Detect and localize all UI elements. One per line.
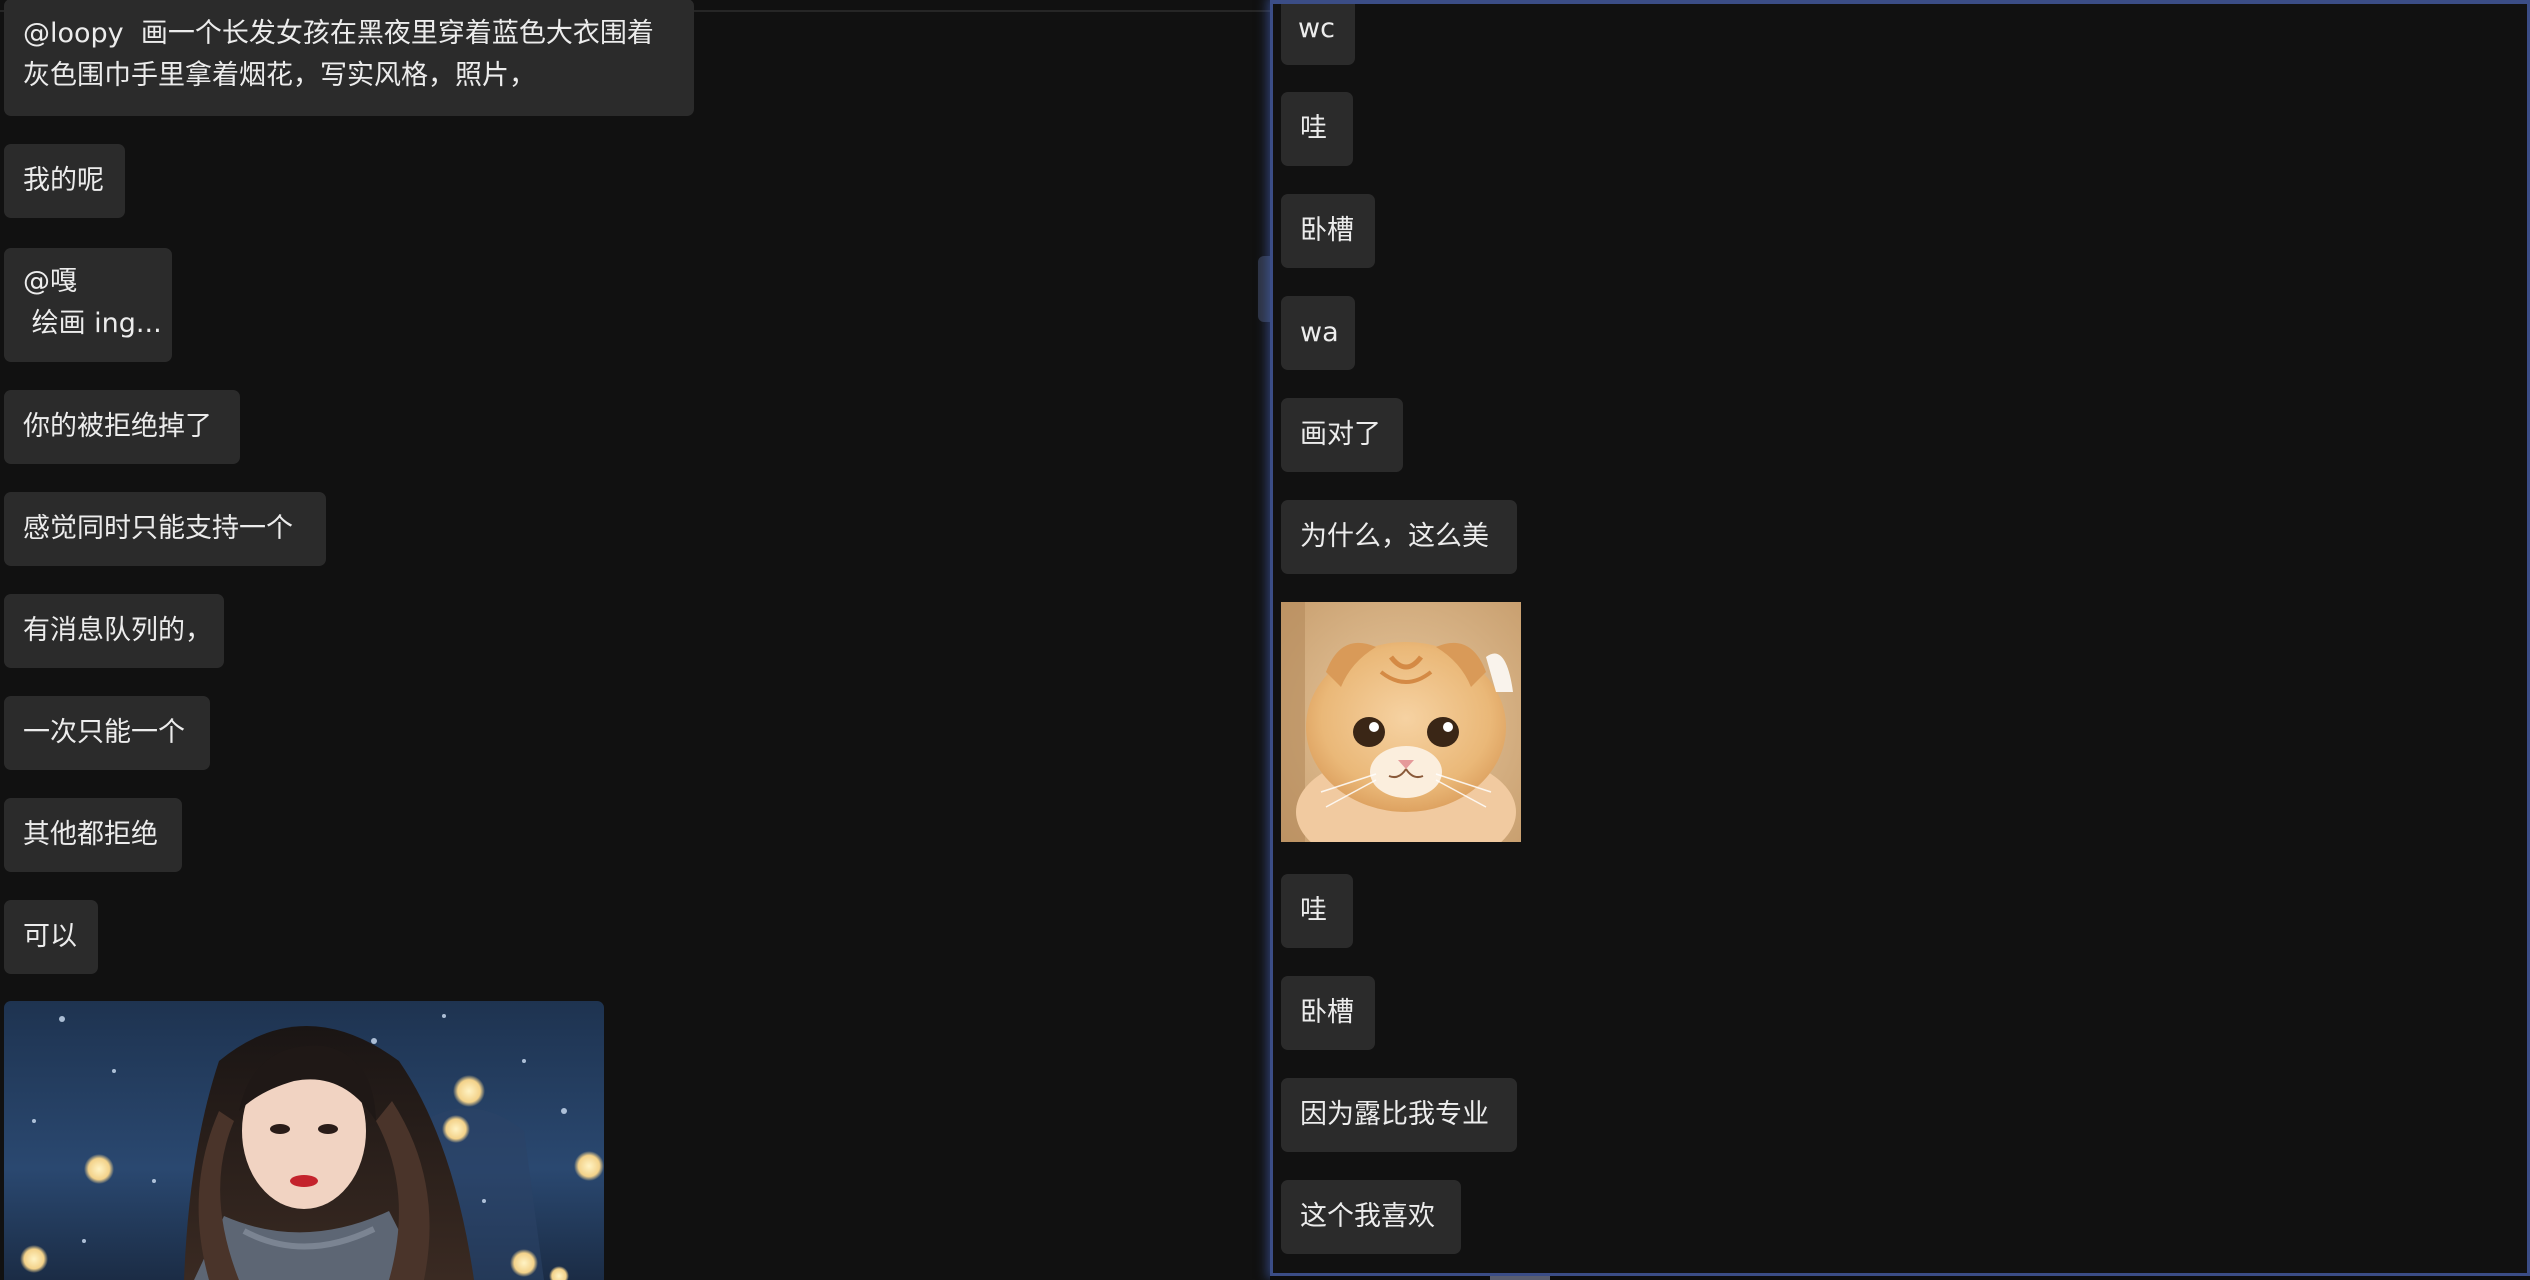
message-bubble[interactable]: wc xyxy=(1281,4,1355,65)
generated-image-girl-at-night[interactable] xyxy=(4,1001,604,1280)
message-bubble[interactable]: 一次只能一个 xyxy=(4,696,210,770)
resize-handle[interactable] xyxy=(1490,1276,1550,1280)
right-chat-pane: wc 哇 卧槽 wa 画对了 为什么，这么美 哇 卧槽 因为露比我专业 这个我喜… xyxy=(1270,0,2530,1276)
message-bubble[interactable]: 卧槽 xyxy=(1281,194,1375,268)
cat-sticker-image[interactable] xyxy=(1281,602,1521,842)
bottom-edge xyxy=(1270,1276,2530,1280)
message-bubble[interactable]: 哇 xyxy=(1281,92,1353,166)
message-bubble[interactable]: 画对了 xyxy=(1281,398,1403,472)
message-bubble[interactable]: 你的被拒绝掉了 xyxy=(4,390,240,464)
scrollbar-handle[interactable] xyxy=(1258,256,1270,322)
message-bubble[interactable]: 卧槽 xyxy=(1281,976,1375,1050)
message-bubble[interactable]: @嘎 绘画 ing... xyxy=(4,248,172,362)
message-bubble[interactable]: 因为露比我专业 xyxy=(1281,1078,1517,1152)
message-bubble[interactable]: 可以 xyxy=(4,900,98,974)
message-bubble[interactable]: 为什么，这么美 xyxy=(1281,500,1517,574)
message-bubble[interactable]: 有消息队列的， xyxy=(4,594,224,668)
message-bubble[interactable]: 这个我喜欢 xyxy=(1281,1180,1461,1254)
message-bubble[interactable]: 哇 xyxy=(1281,874,1353,948)
left-chat-pane: @loopy 画一个长发女孩在黑夜里穿着蓝色大衣围着 灰色围巾手里拿着烟花，写实… xyxy=(0,0,1270,1280)
message-bubble[interactable]: wa xyxy=(1281,296,1355,370)
chat-screen: @loopy 画一个长发女孩在黑夜里穿着蓝色大衣围着 灰色围巾手里拿着烟花，写实… xyxy=(0,0,2530,1280)
message-bubble[interactable]: 其他都拒绝 xyxy=(4,798,182,872)
message-bubble[interactable]: 我的呢 xyxy=(4,144,125,218)
message-bubble[interactable]: @loopy 画一个长发女孩在黑夜里穿着蓝色大衣围着 灰色围巾手里拿着烟花，写实… xyxy=(4,0,694,116)
message-bubble[interactable]: 感觉同时只能支持一个 xyxy=(4,492,326,566)
